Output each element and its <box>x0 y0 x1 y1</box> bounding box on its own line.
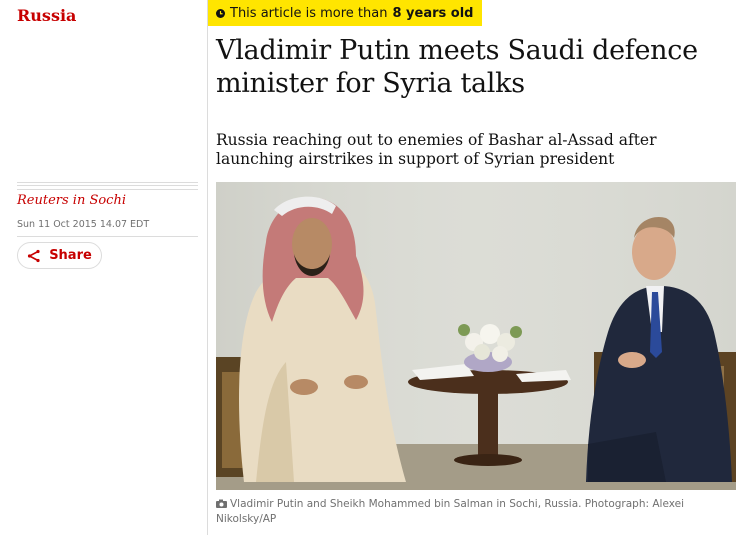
clock-icon <box>216 8 225 18</box>
section-label[interactable]: Russia <box>17 6 76 25</box>
article-age-banner: This article is more than 8 years old <box>208 0 482 26</box>
share-label: Share <box>49 248 92 263</box>
article-standfirst: Russia reaching out to enemies of Bashar… <box>216 131 657 168</box>
camera-icon <box>216 499 227 508</box>
photo-caption: Vladimir Putin and Sheikh Mohammed bin S… <box>216 497 716 527</box>
article-meta-column: Russia Reuters in Sochi Sun 11 Oct 2015 … <box>0 0 208 535</box>
share-button[interactable]: Share <box>17 242 102 269</box>
meta-divider <box>17 236 198 237</box>
main-photo-illustration <box>216 182 736 490</box>
photo-caption-text: Vladimir Putin and Sheikh Mohammed bin S… <box>216 498 685 525</box>
age-banner-age: 8 years old <box>392 5 474 21</box>
byline[interactable]: Reuters in Sochi <box>17 193 126 208</box>
age-banner-prefix: This article is more than <box>230 5 388 21</box>
share-icon <box>28 249 40 262</box>
main-photo <box>216 182 736 490</box>
dateline: Sun 11 Oct 2015 14.07 EDT <box>17 219 150 230</box>
meta-divider-rules <box>17 182 198 190</box>
article-headline: Vladimir Putin meets Saudi defence minis… <box>216 35 698 99</box>
